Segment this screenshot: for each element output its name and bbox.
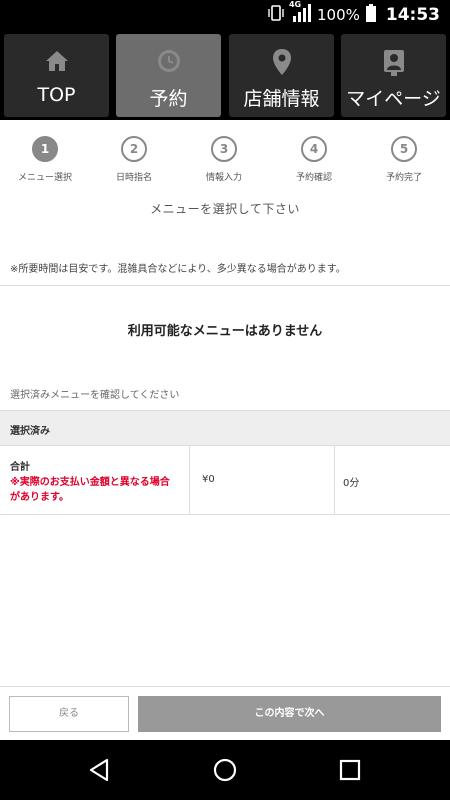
network-type: 4G [288, 0, 302, 9]
price-warning: ※実際のお支払い金額と異なる場合があります。 [10, 477, 170, 503]
clock-time: 14:53 [385, 5, 440, 25]
divider [0, 285, 450, 286]
step-label: 情報入力 [205, 173, 242, 183]
total-duration: 0分 [343, 478, 360, 489]
tab-reservation[interactable]: 予約 [116, 34, 221, 117]
step-label: 予約完了 [385, 173, 422, 183]
total-row: 合計 ※実際のお支払い金額と異なる場合があります。 ¥0 0分 [0, 446, 450, 515]
step-number: 2 [121, 136, 147, 162]
clock-icon [116, 48, 221, 76]
selected-header-label: 選択済み [10, 426, 50, 437]
total-label-cell: 合計 ※実際のお支払い金額と異なる場合があります。 [0, 446, 190, 514]
selected-header: 選択済み [0, 410, 450, 446]
duration-note: ※所要時間は目安です。混雑具合などにより、多少異なる場合があります。 [10, 264, 346, 275]
action-bar: 戻る この内容で次へ [0, 686, 450, 741]
tab-label: マイページ [346, 88, 441, 110]
progress-steps: 1 メニュー選択 2 日時指名 3 情報入力 4 予約確認 5 予約完了 [0, 120, 450, 190]
step-label: 日時指名 [115, 173, 152, 183]
recents-square-icon[interactable] [336, 756, 364, 784]
step-datetime: 2 日時指名 [94, 136, 174, 183]
step-confirm: 4 予約確認 [274, 136, 354, 183]
home-icon [4, 48, 109, 76]
total-label: 合計 [10, 462, 30, 473]
step-menu-select: 1 メニュー選択 [5, 136, 85, 183]
no-menu-message: 利用可能なメニューはありません [127, 324, 323, 339]
step-label: メニュー選択 [17, 173, 72, 183]
main-nav: TOP 予約 店舗情報 マイページ [0, 30, 450, 120]
user-card-icon [341, 48, 446, 76]
step-number: 3 [211, 136, 237, 162]
step-number: 4 [301, 136, 327, 162]
tab-mypage[interactable]: マイページ [341, 34, 446, 117]
tab-store-info[interactable]: 店舗情報 [229, 34, 334, 117]
status-bar: 4G 100% 14:53 [0, 0, 450, 30]
back-button[interactable]: 戻る [9, 696, 129, 732]
step-info-input: 3 情報入力 [184, 136, 264, 183]
section-heading: メニューを選択して下さい [150, 202, 300, 216]
battery-percent: 100% [316, 6, 360, 24]
tab-label: 予約 [149, 88, 188, 110]
map-pin-icon [229, 48, 334, 76]
home-circle-icon[interactable] [211, 756, 239, 784]
system-nav-bar [0, 740, 450, 800]
back-triangle-icon[interactable] [87, 756, 115, 784]
status-icons: 4G 100% 14:53 [267, 0, 440, 30]
step-complete: 5 予約完了 [364, 136, 444, 183]
next-button[interactable]: この内容で次へ [138, 696, 441, 732]
tab-label: 店舗情報 [243, 88, 320, 110]
step-number: 5 [391, 136, 417, 162]
battery-icon [365, 4, 376, 26]
signal-icon: 4G [289, 0, 311, 26]
total-price: ¥0 [190, 446, 335, 514]
step-label: 予約確認 [295, 173, 332, 183]
vibrate-icon [267, 5, 285, 25]
confirm-selected-label: 選択済みメニューを確認してください [10, 390, 180, 401]
tab-label: TOP [37, 84, 76, 106]
step-number: 1 [32, 136, 58, 162]
tab-top[interactable]: TOP [4, 34, 109, 117]
